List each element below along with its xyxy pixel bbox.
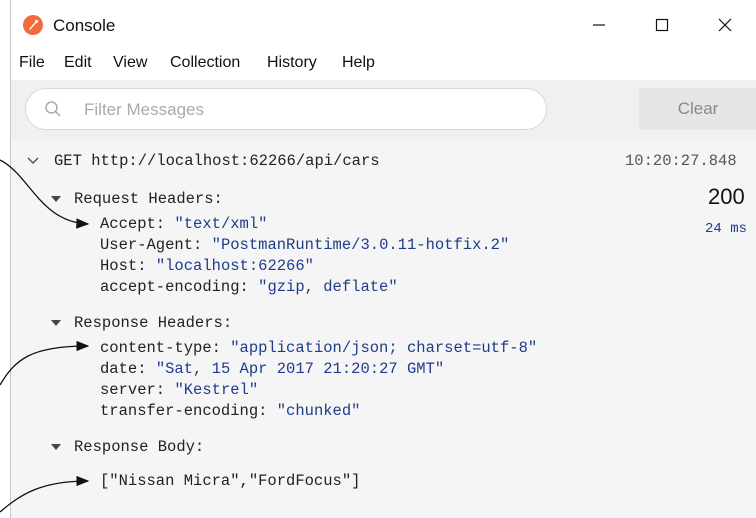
response-headers-label[interactable]: Response Headers: xyxy=(74,314,232,332)
collapse-triangle-icon[interactable] xyxy=(51,444,61,450)
search-icon xyxy=(45,101,61,117)
window-title: Console xyxy=(53,16,116,35)
response-time: 24 ms xyxy=(705,221,748,237)
request-method: GET xyxy=(54,152,82,170)
header-row: content-type: "application/json; charset… xyxy=(100,339,538,357)
clear-button[interactable]: Clear xyxy=(639,88,756,130)
collapse-triangle-icon[interactable] xyxy=(51,320,61,326)
response-body-label[interactable]: Response Body: xyxy=(74,438,204,456)
console-toolbar: Clear xyxy=(11,80,756,140)
chevron-down-icon[interactable] xyxy=(27,157,39,165)
header-row: transfer-encoding: "chunked" xyxy=(100,402,361,420)
header-row: accept-encoding: "gzip, deflate" xyxy=(100,278,398,296)
filter-box[interactable] xyxy=(25,88,547,130)
request-headers-label[interactable]: Request Headers: xyxy=(74,190,223,208)
close-button[interactable] xyxy=(702,6,748,44)
minimize-icon xyxy=(593,24,605,26)
menu-view[interactable]: View xyxy=(113,54,147,72)
postman-rocket-icon xyxy=(23,15,43,35)
minimize-button[interactable] xyxy=(576,6,622,44)
status-code: 200 xyxy=(708,184,745,209)
filter-messages-input[interactable] xyxy=(82,98,526,122)
menu-help[interactable]: Help xyxy=(342,54,375,72)
menu-history[interactable]: History xyxy=(267,54,317,72)
maximize-icon xyxy=(655,18,669,32)
request-timestamp: 10:20:27.848 xyxy=(625,152,737,170)
header-row: Accept: "text/xml" xyxy=(100,215,268,233)
maximize-button[interactable] xyxy=(639,6,685,44)
menu-collection[interactable]: Collection xyxy=(170,54,240,72)
console-window: Console File Edit View Collection Histor… xyxy=(10,0,756,518)
close-icon xyxy=(718,18,732,32)
header-row: date: "Sat, 15 Apr 2017 21:20:27 GMT" xyxy=(100,360,445,378)
header-row: Host: "localhost:62266" xyxy=(100,257,314,275)
request-line[interactable]: GET http://localhost:62266/api/cars xyxy=(54,152,380,170)
collapse-triangle-icon[interactable] xyxy=(51,196,61,202)
menu-bar: File Edit View Collection History Help xyxy=(11,50,756,78)
console-log: GET http://localhost:62266/api/cars 10:2… xyxy=(11,140,756,518)
title-bar[interactable]: Console xyxy=(11,0,756,50)
header-row: server: "Kestrel" xyxy=(100,381,259,399)
response-body-value: ["Nissan Micra","FordFocus"] xyxy=(100,472,361,490)
request-url: http://localhost:62266/api/cars xyxy=(91,152,380,170)
menu-file[interactable]: File xyxy=(19,54,45,72)
header-row: User-Agent: "PostmanRuntime/3.0.11-hotfi… xyxy=(100,236,510,254)
menu-edit[interactable]: Edit xyxy=(64,54,92,72)
